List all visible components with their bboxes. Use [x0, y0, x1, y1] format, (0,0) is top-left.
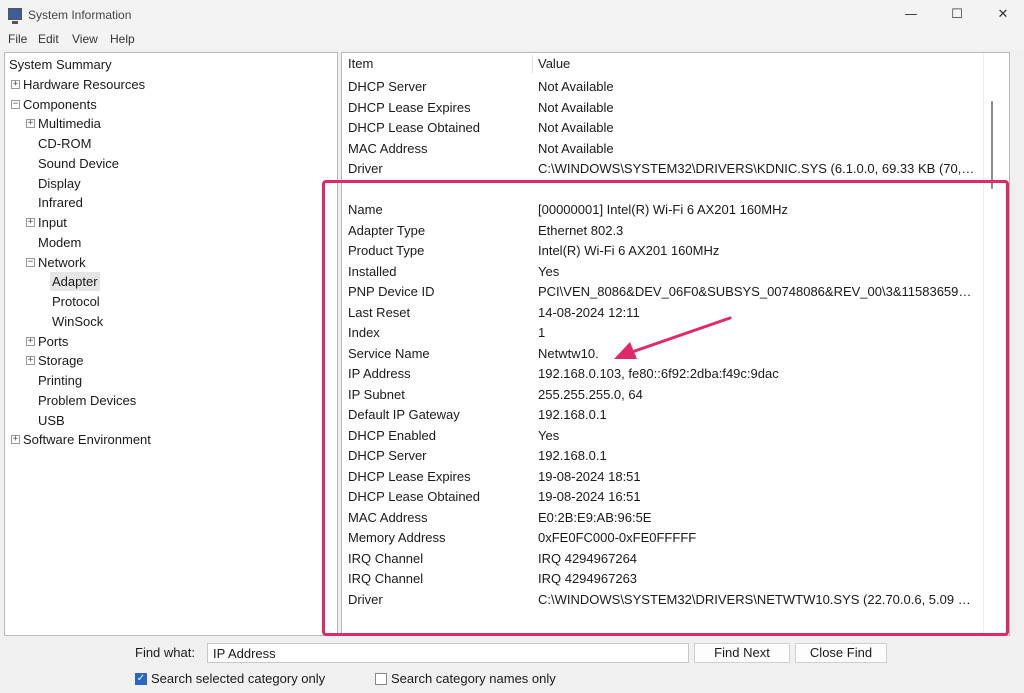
column-divider[interactable] [532, 55, 533, 73]
menu-help[interactable]: Help [110, 32, 135, 46]
tree-item[interactable]: Display [36, 174, 83, 193]
tree-item-label: Modem [38, 234, 82, 250]
tree-item-label: Infrared [38, 195, 83, 211]
row-item: DHCP Lease Expires [348, 99, 471, 115]
tree-item[interactable]: System Summary [7, 55, 114, 74]
tree-item[interactable]: Ports [36, 332, 70, 351]
collapse-icon[interactable]: − [26, 257, 35, 267]
tree-item[interactable]: Printing [36, 371, 84, 390]
tree-item-label: Network [38, 254, 86, 270]
category-tree[interactable]: System Summary Hardware Resources + Compone… [4, 52, 338, 636]
system-information-icon [8, 8, 22, 24]
details-header: Item Value [342, 53, 982, 75]
row-item: MAC Address [348, 140, 428, 156]
tree-item-label: CD-ROM [38, 136, 92, 151]
tree-item-label: USB [38, 412, 65, 428]
search-category-names-label: Search category names only [391, 671, 556, 686]
row-item: DHCP Server [348, 79, 427, 94]
tree-item[interactable]: Infrared [36, 193, 85, 212]
tree-item-label: Sound Device [38, 155, 119, 171]
menu-edit[interactable]: Edit [38, 32, 59, 46]
tree-item[interactable]: Protocol [50, 292, 102, 311]
tree-item-label: Problem Devices [38, 392, 137, 408]
row-value: Not Available [538, 99, 614, 115]
close-button[interactable]: ✕ [980, 0, 1024, 30]
tree-item[interactable]: Problem Devices [36, 391, 138, 410]
tree-item[interactable]: WinSock [50, 312, 105, 331]
search-selected-category-label: Search selected category only [151, 671, 326, 686]
tree-item[interactable]: Sound Device [36, 154, 121, 173]
tree-item[interactable]: Input [36, 213, 69, 232]
menu-file[interactable]: File [8, 32, 27, 46]
tree-item-label: Printing [38, 373, 83, 388]
tree-item[interactable]: Software Environment [21, 430, 153, 449]
tree-item[interactable]: USB [36, 411, 67, 430]
menu-view[interactable]: View [72, 32, 98, 46]
tree-item-label: Ports [38, 333, 69, 349]
checkbox-unchecked-icon[interactable] [375, 673, 387, 685]
row-value: C:\WINDOWS\SYSTEM32\DRIVERS\KDNIC.SYS (6… [538, 161, 978, 176]
expand-icon[interactable]: + [11, 79, 20, 89]
collapse-icon[interactable]: − [11, 99, 20, 109]
tree-item-label: Multimedia [38, 116, 101, 132]
scrollbar-thumb[interactable] [991, 101, 993, 189]
tree-item-label: Hardware Resources [23, 76, 146, 92]
tree-item-label: Input [38, 215, 67, 230]
tree-item[interactable]: Components [21, 95, 99, 114]
expand-icon[interactable]: + [11, 435, 20, 445]
tree-item[interactable]: Network [36, 253, 88, 272]
column-header-item[interactable]: Item [348, 53, 373, 75]
tree-item[interactable]: Storage [36, 351, 86, 370]
column-header-value[interactable]: Value [538, 53, 570, 75]
title-bar: System Information — ☐ ✕ [0, 0, 1024, 30]
expand-icon[interactable]: + [26, 356, 35, 366]
maximize-button[interactable]: ☐ [934, 0, 980, 30]
row-value: Not Available [538, 120, 614, 135]
checkbox-checked-icon[interactable]: ✓ [135, 673, 147, 685]
tree-item-label: Components [23, 96, 97, 112]
close-find-button[interactable]: Close Find [795, 643, 887, 663]
expand-icon[interactable]: + [26, 218, 35, 227]
tree-item[interactable]: CD-ROM [36, 134, 93, 153]
row-item: DHCP Lease Obtained [348, 120, 481, 135]
tree-item-label: Adapter [52, 274, 98, 290]
tree-item-label: Software Environment [23, 432, 151, 448]
tree-item-label: Storage [38, 353, 84, 369]
tree-item-label: System Summary [9, 57, 112, 72]
find-next-button[interactable]: Find Next [694, 643, 790, 663]
row-value: Not Available [538, 140, 614, 156]
window-title: System Information [28, 8, 132, 22]
find-what-label: Find what: [135, 645, 195, 660]
find-what-input[interactable] [207, 643, 689, 663]
find-bar: Find what: Find Next Close Find ✓ Search… [0, 638, 1024, 693]
tree-item-label: Protocol [52, 294, 100, 309]
highlight-box [322, 180, 1009, 636]
minimize-button[interactable]: — [888, 0, 934, 30]
menu-bar: File Edit View Help [0, 30, 1024, 50]
tree-item[interactable]: Multimedia [36, 114, 103, 133]
expand-icon[interactable]: + [26, 119, 35, 129]
tree-item-label: Display [38, 175, 81, 191]
tree-item[interactable]: Adapter [50, 272, 100, 292]
row-value: Not Available [538, 79, 614, 94]
tree-item-label: WinSock [52, 313, 104, 329]
expand-icon[interactable]: + [26, 336, 35, 346]
tree-item[interactable]: Hardware Resources [21, 75, 147, 94]
tree-item[interactable]: Modem [36, 233, 83, 252]
row-item: Driver [348, 161, 383, 176]
